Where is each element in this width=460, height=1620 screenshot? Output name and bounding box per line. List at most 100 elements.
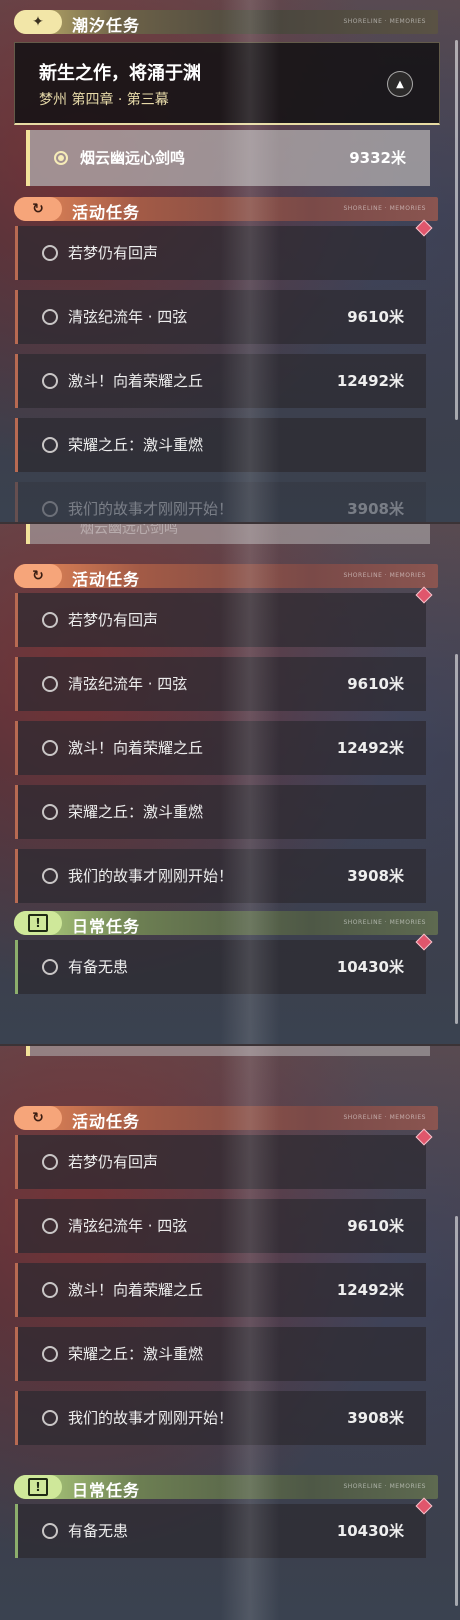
quest-name: 我们的故事才刚刚开始！: [68, 1409, 234, 1427]
tide-quest-subtitle: 梦州 第四章 · 第三幕: [39, 92, 169, 108]
radio-icon: [42, 740, 58, 756]
header-decoration: SHORELINE · MEMORIES: [343, 205, 426, 212]
tracked-quest-item[interactable]: [26, 1046, 430, 1056]
quest-item[interactable]: 激斗！向着荣耀之丘 12492米: [15, 1263, 426, 1317]
quest-panel-2: 烟云幽远心剑鸣 ↻ 活动任务 SHORELINE · MEMORIES 若梦仍有…: [0, 524, 460, 1044]
radio-icon: [42, 868, 58, 884]
tracked-quest-item[interactable]: 烟云幽远心剑鸣: [26, 524, 430, 544]
quest-item[interactable]: 清弦纪流年 · 四弦 9610米: [15, 290, 426, 344]
radio-icon: [42, 245, 58, 261]
quest-item[interactable]: 荣耀之丘：激斗重燃: [15, 785, 426, 839]
quest-item[interactable]: 有备无患 10430米: [15, 933, 433, 994]
quest-distance: 9610米: [347, 308, 404, 326]
radio-icon: [42, 1218, 58, 1234]
quest-name: 激斗！向着荣耀之丘: [68, 1281, 204, 1299]
header-decoration: SHORELINE · MEMORIES: [343, 1483, 426, 1490]
event-quest-header[interactable]: ↻ 活动任务 SHORELINE · MEMORIES: [14, 564, 438, 589]
alert-icon: !: [14, 911, 62, 935]
quest-name: 若梦仍有回声: [68, 244, 159, 262]
quest-distance: 9610米: [347, 1217, 404, 1235]
quest-distance: 12492米: [336, 739, 404, 757]
radio-icon: [42, 437, 58, 453]
tide-quest-header-label: 潮汐任务: [72, 16, 141, 35]
refresh-icon: ↻: [14, 197, 62, 221]
header-decoration: SHORELINE · MEMORIES: [343, 572, 426, 579]
tracked-quest-item[interactable]: 烟云幽远心剑鸣 9332米: [26, 130, 430, 186]
new-marker-icon: [415, 933, 433, 951]
quest-name: 烟云幽远心剑鸣: [80, 149, 186, 167]
quest-item[interactable]: 清弦纪流年 · 四弦 9610米: [15, 1199, 426, 1253]
tracking-radio-icon: [54, 151, 68, 165]
radio-icon: [42, 1346, 58, 1362]
event-quest-header[interactable]: ↻ 活动任务 SHORELINE · MEMORIES: [14, 197, 438, 222]
quest-distance: 12492米: [336, 372, 404, 390]
radio-icon: [42, 612, 58, 628]
new-marker-icon: [415, 219, 433, 237]
daily-quest-header[interactable]: ! 日常任务 SHORELINE · MEMORIES: [14, 911, 438, 936]
scrollbar-thumb[interactable]: [455, 40, 458, 420]
new-marker-icon: [415, 1497, 433, 1515]
quest-item[interactable]: 若梦仍有回声: [15, 219, 433, 280]
quest-distance: 3908米: [347, 867, 404, 885]
quest-item[interactable]: 我们的故事才刚刚开始！ 3908米: [15, 482, 426, 522]
tide-quest-card[interactable]: 新生之作，将涌于渊 梦州 第四章 · 第三幕 ▲: [14, 42, 440, 125]
quest-name: 烟云幽远心剑鸣: [80, 524, 178, 537]
quest-name: 若梦仍有回声: [68, 1153, 159, 1171]
radio-icon: [42, 1154, 58, 1170]
radio-icon: [42, 676, 58, 692]
radio-icon: [42, 959, 58, 975]
collapse-icon[interactable]: ▲: [387, 71, 413, 97]
scrollbar-thumb[interactable]: [455, 654, 458, 1024]
event-quest-header[interactable]: ↻ 活动任务 SHORELINE · MEMORIES: [14, 1106, 438, 1131]
quest-distance: 3908米: [347, 500, 404, 518]
quest-item[interactable]: 我们的故事才刚刚开始！ 3908米: [15, 849, 426, 903]
tide-quest-header[interactable]: ✦ 潮汐任务 SHORELINE · MEMORIES: [14, 10, 438, 35]
quest-item[interactable]: 清弦纪流年 · 四弦 9610米: [15, 657, 426, 711]
alert-icon: !: [14, 1475, 62, 1499]
quest-name: 激斗！向着荣耀之丘: [68, 372, 204, 390]
tide-quest-title: 新生之作，将涌于渊: [39, 63, 201, 84]
quest-name: 激斗！向着荣耀之丘: [68, 739, 204, 757]
quest-name: 清弦纪流年 · 四弦: [68, 308, 188, 326]
quest-item[interactable]: 荣耀之丘：激斗重燃: [15, 418, 426, 472]
quest-distance: 10430米: [336, 1522, 404, 1540]
quest-item[interactable]: 若梦仍有回声: [15, 586, 433, 647]
quest-distance: 9332米: [349, 149, 406, 167]
radio-icon: [42, 1410, 58, 1426]
quest-name: 荣耀之丘：激斗重燃: [68, 1345, 204, 1363]
scrollbar-thumb[interactable]: [455, 1216, 458, 1606]
event-quest-header-label: 活动任务: [72, 203, 141, 222]
quest-item[interactable]: 有备无患 10430米: [15, 1497, 433, 1558]
header-decoration: SHORELINE · MEMORIES: [343, 919, 426, 926]
quest-name: 荣耀之丘：激斗重燃: [68, 436, 204, 454]
new-marker-icon: [415, 1128, 433, 1146]
quest-panel-3: ↻ 活动任务 SHORELINE · MEMORIES 若梦仍有回声 清弦纪流年…: [0, 1046, 460, 1620]
quest-distance: 12492米: [336, 1281, 404, 1299]
quest-item[interactable]: 若梦仍有回声: [15, 1128, 433, 1189]
quest-name: 有备无患: [68, 958, 129, 976]
quest-distance: 10430米: [336, 958, 404, 976]
new-marker-icon: [415, 586, 433, 604]
header-decoration: SHORELINE · MEMORIES: [343, 18, 426, 25]
refresh-icon: ↻: [14, 1106, 62, 1130]
quest-name: 我们的故事才刚刚开始！: [68, 500, 234, 518]
quest-name: 清弦纪流年 · 四弦: [68, 675, 188, 693]
quest-item[interactable]: 激斗！向着荣耀之丘 12492米: [15, 354, 426, 408]
quest-panel-1: ✦ 潮汐任务 SHORELINE · MEMORIES 新生之作，将涌于渊 梦州…: [0, 0, 460, 522]
quest-name: 我们的故事才刚刚开始！: [68, 867, 234, 885]
daily-quest-header-label: 日常任务: [72, 1481, 141, 1500]
radio-icon: [42, 373, 58, 389]
refresh-icon: ↻: [14, 564, 62, 588]
quest-item[interactable]: 荣耀之丘：激斗重燃: [15, 1327, 426, 1381]
quest-distance: 3908米: [347, 1409, 404, 1427]
quest-item[interactable]: 我们的故事才刚刚开始！ 3908米: [15, 1391, 426, 1445]
sparkle-icon: ✦: [14, 10, 62, 34]
daily-quest-header[interactable]: ! 日常任务 SHORELINE · MEMORIES: [14, 1475, 438, 1500]
radio-icon: [42, 1282, 58, 1298]
radio-icon: [42, 501, 58, 517]
quest-distance: 9610米: [347, 675, 404, 693]
quest-item[interactable]: 激斗！向着荣耀之丘 12492米: [15, 721, 426, 775]
event-quest-header-label: 活动任务: [72, 570, 141, 589]
quest-name: 荣耀之丘：激斗重燃: [68, 803, 204, 821]
quest-name: 有备无患: [68, 1522, 129, 1540]
